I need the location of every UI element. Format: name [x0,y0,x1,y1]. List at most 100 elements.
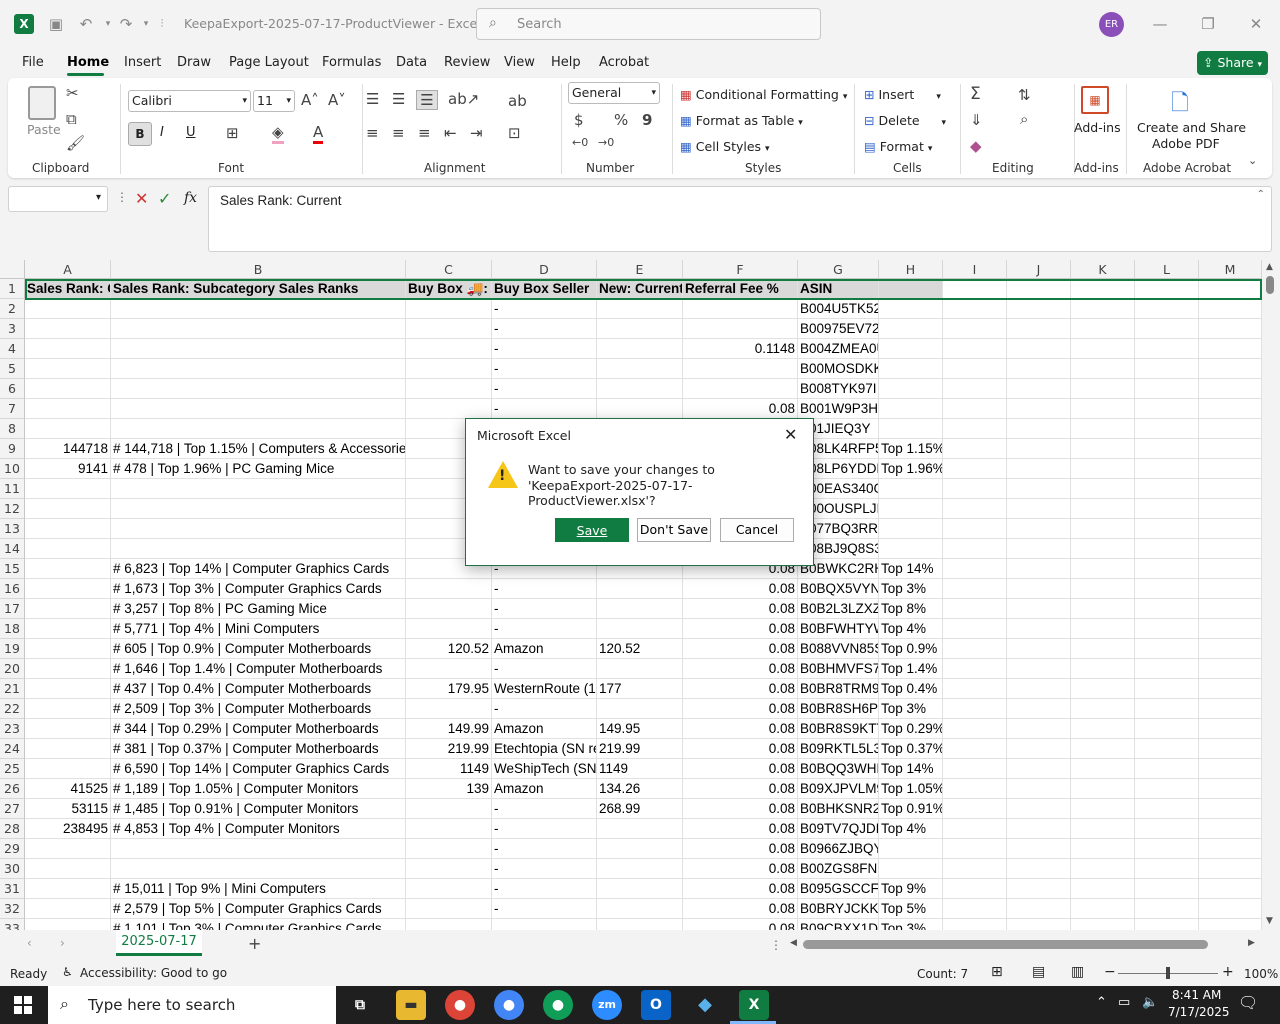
table-cell[interactable] [1199,639,1262,659]
network-icon[interactable]: ▭ [1118,995,1130,1010]
table-cell[interactable]: # 1,673 | Top 3% | Computer Graphics Car… [111,579,406,599]
column-header-k[interactable]: K [1071,260,1135,279]
create-pdf-icon[interactable]: 🗋 [1171,86,1189,124]
table-cell[interactable] [111,359,406,379]
table-cell[interactable] [25,619,111,639]
table-cell[interactable]: 0.1148 [683,339,798,359]
search-box[interactable]: ⌕ Search [476,8,821,40]
table-cell[interactable] [25,379,111,399]
table-cell[interactable] [879,479,943,499]
paste-label[interactable]: Paste [27,122,61,137]
table-cell[interactable] [111,519,406,539]
redo-icon[interactable]: ↷ [116,14,136,34]
table-cell[interactable] [1007,639,1071,659]
table-cell[interactable]: Amazon [492,719,597,739]
table-cell[interactable] [406,599,492,619]
table-cell[interactable] [1199,559,1262,579]
table-cell[interactable] [25,679,111,699]
table-cell[interactable] [683,299,798,319]
table-cell[interactable] [1199,579,1262,599]
row-header[interactable]: 26 [0,779,25,799]
table-cell[interactable] [25,479,111,499]
table-cell[interactable] [1007,559,1071,579]
table-cell[interactable]: B088VVN85S [798,639,879,659]
table-cell[interactable]: 0.08 [683,719,798,739]
add-sheet-icon[interactable]: + [248,934,261,953]
table-cell[interactable] [1071,459,1135,479]
table-cell[interactable]: 0.08 [683,579,798,599]
row-header[interactable]: 32 [0,899,25,919]
header-cell[interactable]: Buy Box 🚚: Current [406,279,492,299]
header-cell[interactable] [1135,279,1199,299]
table-cell[interactable]: - [492,819,597,839]
align-middle-icon[interactable]: ☰ [392,90,405,108]
table-cell[interactable] [1071,679,1135,699]
table-cell[interactable]: Top 8% [879,599,943,619]
table-cell[interactable]: - [492,839,597,859]
wrap-text-icon[interactable]: ab [508,92,527,110]
table-cell[interactable]: 0.08 [683,639,798,659]
italic-button[interactable]: I [160,125,164,140]
table-cell[interactable]: # 478 | Top 1.96% | PC Gaming Mice [111,459,406,479]
table-cell[interactable] [1071,859,1135,879]
align-right-icon[interactable]: ≡ [418,124,431,142]
column-header-b[interactable]: B [111,260,406,279]
create-pdf-label-2[interactable]: Adobe PDF [1152,136,1220,151]
table-cell[interactable] [879,839,943,859]
show-hidden-icons[interactable]: ⌃ [1096,995,1107,1010]
table-cell[interactable] [1071,659,1135,679]
table-cell[interactable]: B00ZGS8FNU [798,859,879,879]
table-cell[interactable]: # 1,485 | Top 0.91% | Computer Monitors [111,799,406,819]
number-format-select[interactable]: General ▾ [568,82,660,104]
header-cell[interactable]: Sales Rank: Current [25,279,111,299]
name-box[interactable]: ▾ [8,186,108,212]
header-cell[interactable] [1007,279,1071,299]
table-cell[interactable] [1007,459,1071,479]
table-cell[interactable] [1135,539,1199,559]
table-cell[interactable] [879,299,943,319]
scroll-up-icon[interactable]: ▲ [1266,262,1273,272]
autosum-icon[interactable]: Σ [970,84,981,104]
row-header[interactable]: 27 [0,799,25,819]
select-all-corner[interactable] [0,260,25,279]
table-cell[interactable] [1199,759,1262,779]
table-cell[interactable] [1071,839,1135,859]
table-cell[interactable] [111,399,406,419]
table-cell[interactable] [406,339,492,359]
table-cell[interactable]: # 6,590 | Top 14% | Computer Graphics Ca… [111,759,406,779]
row-header[interactable]: 21 [0,679,25,699]
table-cell[interactable] [1007,719,1071,739]
column-header-c[interactable]: C [406,260,492,279]
format-as-table-button[interactable]: ▦ Format as Table ▾ [680,113,803,128]
table-cell[interactable] [1135,359,1199,379]
table-cell[interactable]: WeShipTech (SN [492,759,597,779]
tab-review[interactable]: Review [444,55,490,70]
table-cell[interactable] [1135,739,1199,759]
restore-icon[interactable]: ❐ [1198,14,1218,34]
zoom-app-icon[interactable]: zm [592,990,622,1020]
table-cell[interactable]: B0BRYJCKKC [798,899,879,919]
table-cell[interactable] [1007,319,1071,339]
table-cell[interactable] [879,539,943,559]
zoom-slider-thumb[interactable] [1166,967,1170,979]
table-cell[interactable]: 0.08 [683,779,798,799]
table-cell[interactable] [879,399,943,419]
tab-home[interactable]: Home [67,55,109,70]
confirm-entry-icon[interactable]: ✓ [158,189,171,208]
table-cell[interactable] [25,579,111,599]
table-cell[interactable] [25,539,111,559]
row-header[interactable]: 9 [0,439,25,459]
table-cell[interactable] [1007,519,1071,539]
fill-icon[interactable]: ⇓ [970,111,983,129]
table-cell[interactable] [597,379,683,399]
table-cell[interactable]: 0.08 [683,659,798,679]
table-cell[interactable] [1007,479,1071,499]
paste-icon[interactable] [28,86,56,120]
table-cell[interactable] [943,539,1007,559]
row-header[interactable]: 12 [0,499,25,519]
insert-function-icon[interactable]: fx [184,190,197,206]
table-cell[interactable] [879,319,943,339]
table-cell[interactable] [597,899,683,919]
table-cell[interactable] [943,619,1007,639]
align-top-icon[interactable]: ☰ [366,90,379,108]
